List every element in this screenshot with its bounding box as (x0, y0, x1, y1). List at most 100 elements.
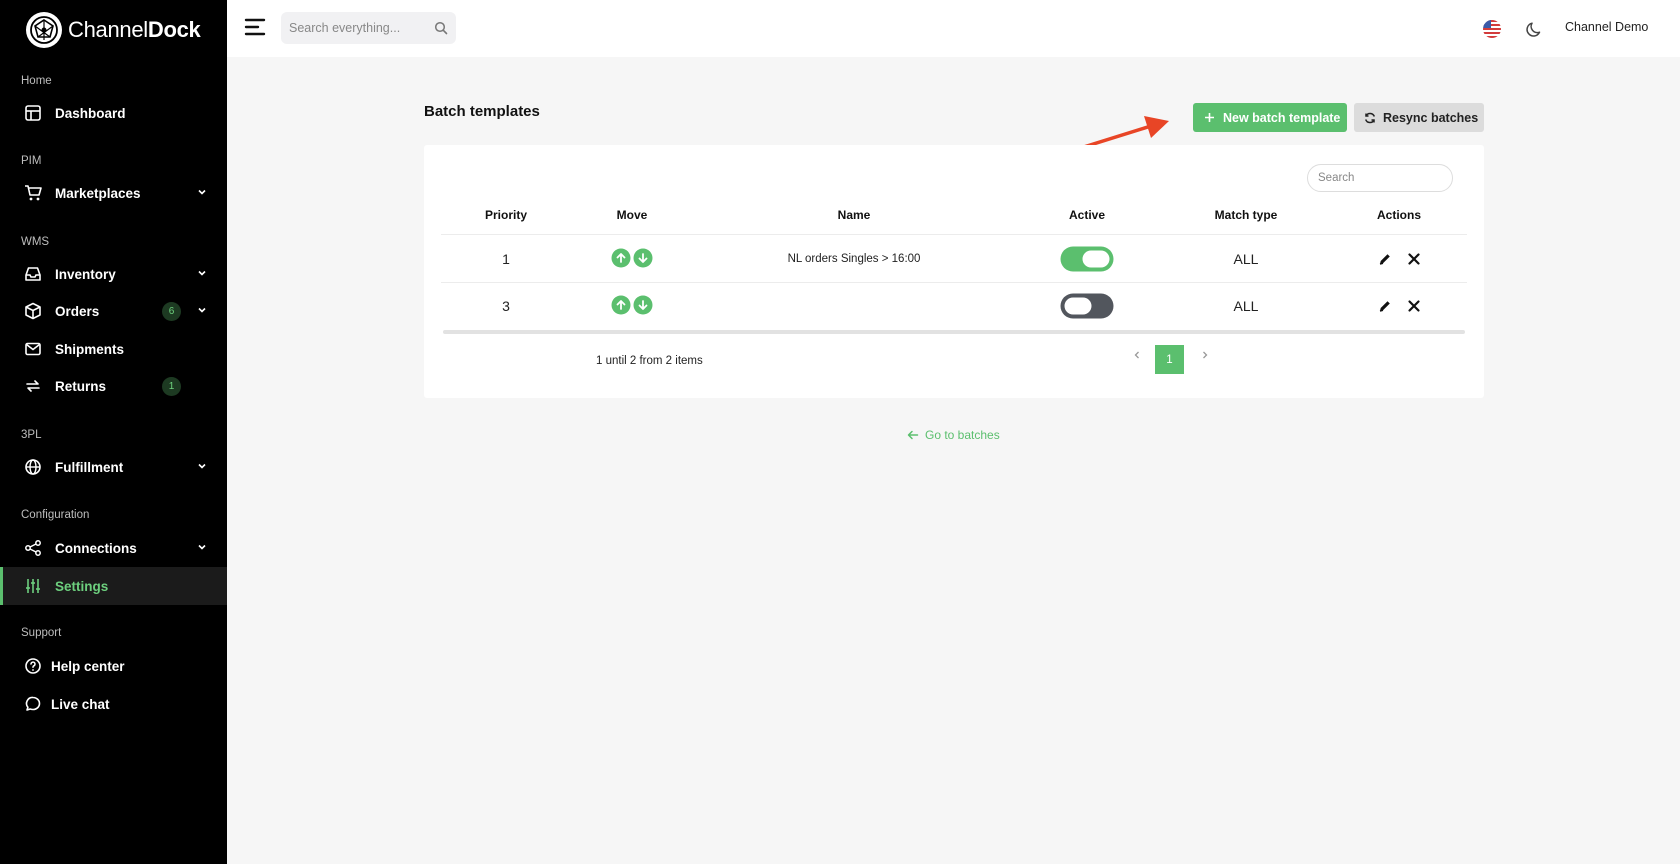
global-search (281, 12, 456, 44)
sidebar-item-label: Shipments (55, 341, 125, 357)
sidebar-item-returns[interactable]: Returns 1 (0, 367, 227, 405)
row-match-type: ALL (1233, 251, 1259, 267)
move-up-button[interactable] (611, 248, 631, 268)
delete-x-icon[interactable] (1407, 299, 1421, 313)
page-title: Batch templates (424, 103, 540, 120)
section-label-wms: WMS (21, 236, 50, 248)
mail-icon (25, 342, 41, 356)
plus-icon (1205, 113, 1214, 122)
chevron-down-icon (198, 189, 206, 195)
chevron-down-icon (198, 270, 206, 276)
resync-batches-label: Resync batches (1383, 110, 1479, 125)
section-label-3pl: 3PL (21, 429, 42, 441)
table-search-input[interactable] (1307, 164, 1453, 192)
sidebar-item-inventory[interactable]: Inventory (0, 255, 227, 293)
go-to-batches-link[interactable]: Go to batches (907, 428, 1000, 442)
column-header-actions: Actions (1376, 208, 1422, 222)
hamburger-menu-icon[interactable] (244, 17, 266, 37)
pagination-summary: 1 until 2 from 2 items (596, 355, 703, 367)
batch-templates-table-card: Priority Move Name Active Match type Act… (424, 145, 1484, 398)
horizontal-scrollbar[interactable] (443, 330, 1465, 334)
returns-count-badge: 1 (162, 377, 181, 396)
new-batch-template-button[interactable]: New batch template (1193, 103, 1347, 132)
section-label-home: Home (21, 75, 52, 87)
sidebar-item-label: Help center (51, 658, 125, 674)
move-controls (611, 248, 653, 268)
table-divider (441, 234, 1467, 235)
return-icon (26, 380, 40, 392)
sidebar-item-label: Settings (55, 578, 109, 594)
sidebar-item-dashboard[interactable]: Dashboard (0, 94, 227, 132)
section-label-configuration: Configuration (21, 509, 90, 521)
help-icon (25, 658, 41, 674)
move-up-button[interactable] (611, 295, 631, 315)
column-header-active[interactable]: Active (1069, 208, 1105, 222)
inbox-icon (25, 267, 41, 281)
user-menu[interactable]: Channel Demo (1565, 20, 1648, 34)
sidebar-item-connections[interactable]: Connections (0, 529, 227, 567)
sidebar-item-label: Dashboard (55, 105, 126, 121)
arrow-down-icon (638, 300, 648, 310)
sidebar-item-label: Live chat (51, 696, 110, 712)
new-batch-template-label: New batch template (1223, 110, 1341, 125)
logo-text: ChannelDock (68, 17, 201, 42)
global-search-input[interactable] (281, 12, 431, 44)
sidebar: ChannelDock Home Dashboard PIM Marketpla… (0, 0, 227, 864)
toggle-knob (1082, 250, 1110, 268)
topbar: Channel Demo (227, 0, 1680, 57)
arrow-left-icon (907, 430, 919, 440)
sidebar-item-label: Fulfillment (55, 459, 124, 475)
column-header-priority[interactable]: Priority (485, 208, 527, 222)
table-divider (441, 282, 1467, 283)
search-icon[interactable] (434, 21, 448, 35)
dashboard-icon (25, 105, 41, 121)
delete-x-icon[interactable] (1407, 252, 1421, 266)
pagination-next-icon[interactable] (1198, 348, 1212, 362)
active-toggle[interactable] (1060, 246, 1114, 272)
sliders-icon (26, 579, 40, 593)
section-label-support: Support (21, 627, 62, 639)
chevron-down-icon (198, 463, 206, 469)
sidebar-item-label: Inventory (55, 266, 116, 282)
pagination-page-button[interactable]: 1 (1155, 345, 1184, 374)
go-to-batches-label: Go to batches (925, 428, 1000, 442)
dark-mode-moon-icon[interactable] (1526, 20, 1544, 38)
edit-pencil-icon[interactable] (1378, 252, 1392, 266)
move-controls (611, 295, 653, 315)
row-priority: 3 (502, 298, 510, 314)
arrow-up-icon (616, 253, 626, 263)
us-flag-icon[interactable] (1483, 20, 1501, 38)
resync-batches-button[interactable]: Resync batches (1354, 103, 1484, 132)
sidebar-item-fulfillment[interactable]: Fulfillment (0, 448, 227, 486)
orders-count-badge: 6 (162, 302, 181, 321)
row-priority: 1 (502, 251, 510, 267)
chevron-down-icon (198, 544, 206, 550)
section-label-pim: PIM (21, 155, 42, 167)
sidebar-item-shipments[interactable]: Shipments (0, 330, 227, 368)
cart-icon (25, 185, 42, 201)
arrow-up-icon (616, 300, 626, 310)
column-header-move: Move (616, 208, 648, 222)
chat-icon (25, 696, 41, 711)
sidebar-item-help-center[interactable]: Help center (0, 647, 227, 685)
sidebar-item-live-chat[interactable]: Live chat (0, 685, 227, 723)
column-header-match-type[interactable]: Match type (1215, 208, 1278, 222)
logo[interactable]: ChannelDock (26, 12, 201, 48)
sidebar-item-settings[interactable]: Settings (0, 567, 227, 605)
logo-mark-icon (26, 12, 62, 48)
box-icon (25, 302, 41, 320)
sidebar-item-label: Orders (55, 303, 100, 319)
sidebar-item-label: Returns (55, 378, 107, 394)
move-down-button[interactable] (633, 248, 653, 268)
edit-pencil-icon[interactable] (1378, 299, 1392, 313)
row-name: NL orders Singles > 16:00 (787, 253, 921, 265)
pagination-prev-icon[interactable] (1130, 348, 1144, 362)
active-toggle[interactable] (1060, 293, 1114, 319)
sidebar-item-label: Marketplaces (55, 185, 141, 201)
share-icon (25, 540, 41, 556)
globe-icon (25, 459, 41, 475)
sidebar-item-orders[interactable]: Orders 6 (0, 292, 227, 330)
sidebar-item-marketplaces[interactable]: Marketplaces (0, 174, 227, 212)
move-down-button[interactable] (633, 295, 653, 315)
column-header-name[interactable]: Name (838, 208, 871, 222)
